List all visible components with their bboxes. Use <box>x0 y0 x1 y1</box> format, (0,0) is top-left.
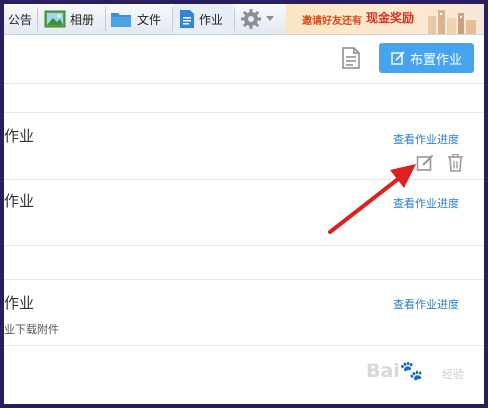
chevron-down-icon <box>266 16 274 21</box>
photo-album-icon <box>44 10 66 28</box>
toolbar-separator <box>37 7 38 31</box>
toolbar-item-files[interactable]: 文件 <box>110 4 161 34</box>
trash-icon[interactable] <box>447 154 464 172</box>
watermark-subtext: 经验 <box>442 368 464 381</box>
banner-highlight-text: 现金奖励 <box>366 11 415 25</box>
list-divider <box>4 245 484 246</box>
toolbar-item-homework[interactable]: 作业 <box>173 4 233 34</box>
list-divider <box>4 112 484 113</box>
watermark-logo: Bai🐾 <box>366 360 424 382</box>
banner-text: 邀请好友还有 <box>302 16 362 27</box>
homework-title: 作业 <box>4 294 35 312</box>
view-progress-link[interactable]: 查看作业进度 <box>393 296 459 312</box>
edit-icon <box>391 51 405 65</box>
list-divider <box>4 279 484 280</box>
promo-banner[interactable]: 邀请好友还有 现金奖励 <box>286 4 484 34</box>
homework-title: 作业 <box>4 192 35 210</box>
watermark-text: Bai <box>366 360 400 382</box>
view-progress-link[interactable]: 查看作业进度 <box>393 131 459 147</box>
toolbar-item-label: 文件 <box>137 12 162 27</box>
homework-header: 布置作业 <box>4 35 484 84</box>
toolbar-separator <box>105 7 106 31</box>
toolbar-item-label: 公告 <box>8 12 33 27</box>
toolbar-item-announcement[interactable]: 公告 <box>8 4 32 34</box>
toolbar-item-label: 相册 <box>70 12 95 27</box>
toolbar-item-album[interactable]: 相册 <box>44 4 94 34</box>
assign-homework-button[interactable]: 布置作业 <box>379 43 474 73</box>
settings-menu-button[interactable] <box>240 4 274 34</box>
assign-button-label: 布置作业 <box>409 52 462 68</box>
gear-icon <box>241 9 261 29</box>
toolbar-separator <box>234 7 235 31</box>
document-icon[interactable] <box>342 47 360 69</box>
top-toolbar: 公告 相册 文件 作业 邀请好友还有 现金奖励 <box>4 4 484 35</box>
homework-doc-icon <box>180 10 194 28</box>
homework-title: 作业 <box>4 127 35 145</box>
city-skyline-icon <box>428 10 476 34</box>
annotation-arrow <box>328 164 416 234</box>
homework-attachment-note: 业下载附件 <box>4 323 59 336</box>
folder-icon <box>111 13 131 27</box>
app-window: 公告 相册 文件 作业 邀请好友还有 现金奖励 布置作业 作业 查看作业进度 作… <box>4 4 484 404</box>
toolbar-item-label: 作业 <box>199 12 224 27</box>
list-divider <box>4 345 484 346</box>
